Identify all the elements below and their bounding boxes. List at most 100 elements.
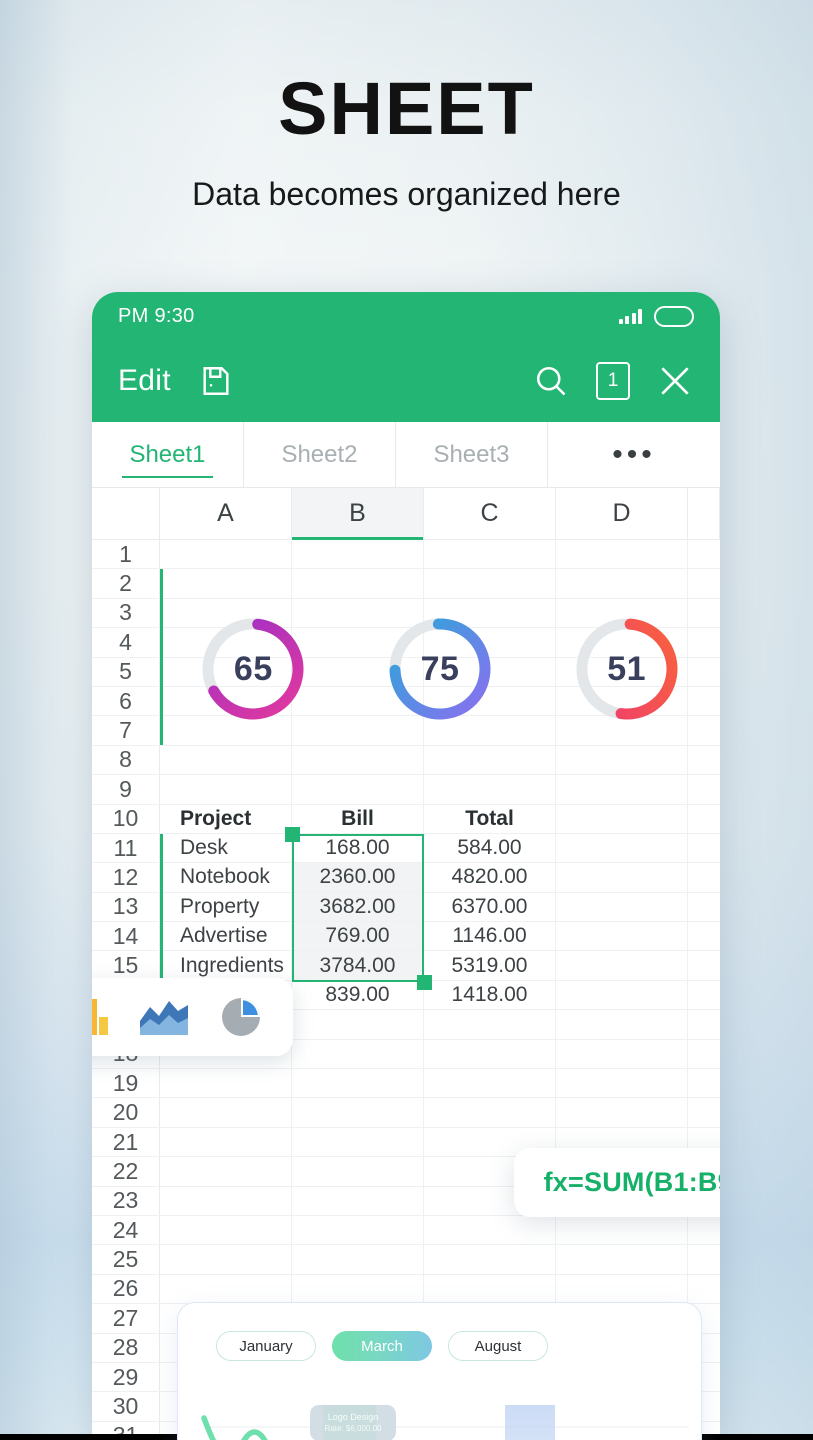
table-row[interactable]: 8 xyxy=(92,745,720,776)
cell-A8[interactable] xyxy=(160,745,292,775)
row-header-26[interactable]: 26 xyxy=(92,1274,160,1304)
cell-D24[interactable] xyxy=(556,1215,688,1245)
cell-C7[interactable] xyxy=(424,716,556,745)
table-row[interactable]: 20 xyxy=(92,1098,720,1128)
row-header-2[interactable]: 2 xyxy=(92,569,160,598)
table-row[interactable]: 10 Project Bill Total xyxy=(92,804,720,834)
cell-C20[interactable] xyxy=(424,1098,556,1127)
cell-A9[interactable] xyxy=(160,775,292,804)
row-header-29[interactable]: 29 xyxy=(92,1362,160,1392)
cell-B16[interactable]: 839.00 xyxy=(292,980,424,1010)
table-row[interactable]: 19 xyxy=(92,1069,720,1099)
cell-E25[interactable] xyxy=(688,1245,720,1273)
cell-E24[interactable] xyxy=(688,1216,720,1244)
table-row[interactable]: 5 xyxy=(92,657,720,687)
cell-E4[interactable] xyxy=(688,628,720,656)
cell-B17[interactable] xyxy=(292,1010,424,1039)
table-row[interactable]: 7 xyxy=(92,716,720,746)
row-header-14[interactable]: 14 xyxy=(92,922,160,951)
cell-E20[interactable] xyxy=(688,1098,720,1126)
cell-E13[interactable] xyxy=(688,893,720,921)
table-row[interactable]: 24 xyxy=(92,1215,720,1246)
cell-A7[interactable] xyxy=(160,716,292,745)
grid-corner-cell[interactable] xyxy=(92,488,160,539)
column-header-b[interactable]: B xyxy=(292,488,424,540)
cell-D25[interactable] xyxy=(556,1245,688,1274)
page-count-badge[interactable]: 1 xyxy=(596,362,630,400)
cell-D2[interactable] xyxy=(556,569,688,598)
cell-A26[interactable] xyxy=(160,1274,292,1304)
cell-C14[interactable]: 1146.00 xyxy=(424,922,556,951)
row-header-27[interactable]: 27 xyxy=(92,1304,160,1333)
row-header-23[interactable]: 23 xyxy=(92,1186,160,1215)
cell-A5[interactable] xyxy=(160,657,292,686)
cell-A3[interactable] xyxy=(160,598,292,628)
cell-C3[interactable] xyxy=(424,598,556,628)
cell-C26[interactable] xyxy=(424,1274,556,1304)
row-header-6[interactable]: 6 xyxy=(92,686,160,716)
close-x-icon[interactable] xyxy=(656,362,694,400)
cell-E14[interactable] xyxy=(688,922,720,950)
sheet-tab-sheet3[interactable]: Sheet3 xyxy=(396,422,548,487)
cell-B18[interactable] xyxy=(292,1039,424,1069)
cell-A22[interactable] xyxy=(160,1157,292,1186)
cell-A20[interactable] xyxy=(160,1098,292,1127)
row-header-15[interactable]: 15 xyxy=(92,951,160,980)
cell-C5[interactable] xyxy=(424,657,556,686)
cell-C11[interactable]: 584.00 xyxy=(424,833,556,863)
cell-C15[interactable]: 5319.00 xyxy=(424,951,556,980)
column-header-a[interactable]: A xyxy=(160,488,292,539)
cell-C12[interactable]: 4820.00 xyxy=(424,863,556,892)
cell-D9[interactable] xyxy=(556,775,688,804)
table-row[interactable]: 11 Desk 168.00 584.00 xyxy=(92,833,720,864)
cell-C9[interactable] xyxy=(424,775,556,804)
cell-D5[interactable] xyxy=(556,657,688,686)
cell-E9[interactable] xyxy=(688,775,720,803)
sheet-tabs-more-button[interactable]: ••• xyxy=(548,422,720,487)
row-header-30[interactable]: 30 xyxy=(92,1392,160,1421)
row-header-4[interactable]: 4 xyxy=(92,628,160,657)
cell-D16[interactable] xyxy=(556,980,688,1010)
cell-B24[interactable] xyxy=(292,1215,424,1245)
cell-E3[interactable] xyxy=(688,599,720,627)
cell-B26[interactable] xyxy=(292,1274,424,1304)
cell-C2[interactable] xyxy=(424,569,556,598)
cell-B4[interactable] xyxy=(292,628,424,657)
cell-D17[interactable] xyxy=(556,1010,688,1039)
table-row[interactable]: 3 xyxy=(92,598,720,629)
cell-B14[interactable]: 769.00 xyxy=(292,922,424,951)
month-pill-january[interactable]: January xyxy=(216,1331,316,1361)
table-row[interactable]: 12 Notebook 2360.00 4820.00 xyxy=(92,863,720,893)
cell-A23[interactable] xyxy=(160,1186,292,1215)
column-header-e[interactable] xyxy=(688,488,720,539)
cell-D12[interactable] xyxy=(556,863,688,892)
cell-D1[interactable] xyxy=(556,540,688,569)
cell-C24[interactable] xyxy=(424,1215,556,1245)
cell-D10[interactable] xyxy=(556,804,688,833)
column-header-d[interactable]: D xyxy=(556,488,688,539)
cell-A6[interactable] xyxy=(160,686,292,716)
cell-D26[interactable] xyxy=(556,1274,688,1304)
cell-E12[interactable] xyxy=(688,863,720,891)
sheet-tab-sheet1[interactable]: Sheet1 xyxy=(92,422,244,487)
row-header-19[interactable]: 19 xyxy=(92,1069,160,1098)
cell-D7[interactable] xyxy=(556,716,688,745)
row-header-28[interactable]: 28 xyxy=(92,1333,160,1362)
cell-A12[interactable]: Notebook xyxy=(160,863,292,892)
cell-B7[interactable] xyxy=(292,716,424,745)
cell-A19[interactable] xyxy=(160,1069,292,1098)
cell-A24[interactable] xyxy=(160,1215,292,1245)
row-header-24[interactable]: 24 xyxy=(92,1215,160,1245)
month-pill-march[interactable]: March xyxy=(332,1331,432,1361)
row-header-9[interactable]: 9 xyxy=(92,775,160,804)
cell-D14[interactable] xyxy=(556,922,688,951)
cell-A15[interactable]: Ingredients xyxy=(160,951,292,980)
cell-B12[interactable]: 2360.00 xyxy=(292,863,424,892)
cell-E18[interactable] xyxy=(688,1040,720,1068)
selection-handle-top[interactable] xyxy=(285,827,300,842)
cell-A1[interactable] xyxy=(160,540,292,569)
cell-E11[interactable] xyxy=(688,834,720,862)
cell-C4[interactable] xyxy=(424,628,556,657)
cell-A2[interactable] xyxy=(160,569,292,598)
cell-C18[interactable] xyxy=(424,1039,556,1069)
